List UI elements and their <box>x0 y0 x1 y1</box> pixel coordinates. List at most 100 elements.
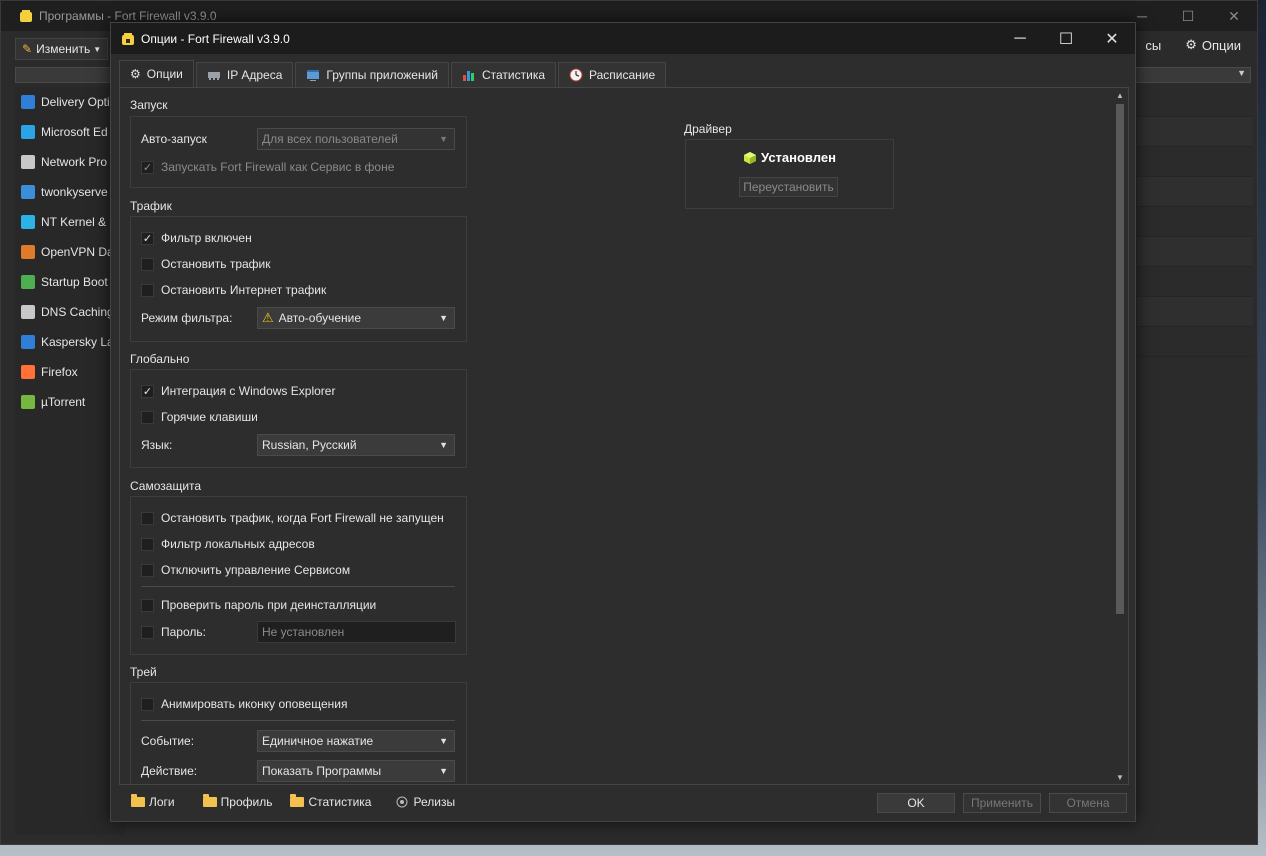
scroll-down-icon[interactable]: ▼ <box>1114 772 1126 784</box>
edit-menu-button[interactable]: ✎ Изменить ▼ <box>15 38 109 60</box>
startup-group: Авто-запуск Для всех пользователей ▼ Зап… <box>130 116 467 188</box>
program-icon <box>21 395 35 409</box>
password-row[interactable]: Пароль: <box>141 625 206 639</box>
list-item[interactable]: twonkyserve <box>15 177 125 207</box>
program-name: OpenVPN Da <box>41 245 114 259</box>
password-checkbox[interactable] <box>141 625 154 639</box>
list-item[interactable]: OpenVPN Da <box>15 237 125 267</box>
stop-traffic-row[interactable]: Остановить трафик <box>141 257 271 271</box>
list-item[interactable]: Kaspersky La <box>15 327 125 357</box>
tab-label: Расписание <box>589 68 656 82</box>
statistics-link[interactable]: Статистика <box>290 794 371 809</box>
options-tabs: ⚙ Опции IP Адреса Группы приложений Стат… <box>119 60 667 87</box>
list-item[interactable]: Startup Boot <box>15 267 125 297</box>
bar-chart-icon <box>462 71 474 81</box>
list-item[interactable]: Delivery Opti <box>15 87 125 117</box>
list-item[interactable]: Firefox <box>15 357 125 387</box>
driver-section-title: Драйвер <box>684 122 732 136</box>
github-icon <box>396 796 408 808</box>
program-icon <box>21 95 35 109</box>
close-icon[interactable]: ✕ <box>1211 1 1257 31</box>
stop-when-not-running-checkbox[interactable] <box>141 511 154 525</box>
hotkeys-checkbox[interactable] <box>141 410 154 424</box>
stop-when-not-running-row[interactable]: Остановить трафик, когда Fort Firewall н… <box>141 511 444 525</box>
list-item[interactable]: DNS Caching <box>15 297 125 327</box>
animate-icon-checkbox[interactable] <box>141 697 154 711</box>
dialog-buttons: OK Применить Отмена <box>877 793 1127 813</box>
autorun-combo-value: Для всех пользователей <box>262 132 398 146</box>
maximize-icon[interactable]: ☐ <box>1165 1 1211 31</box>
program-icon <box>21 245 35 259</box>
profile-link[interactable]: Профиль <box>202 794 272 809</box>
vertical-scrollbar[interactable]: ▲ ▼ <box>1114 90 1126 784</box>
partial-toolbar-label[interactable]: сы <box>1145 38 1161 53</box>
stop-inet-traffic-row[interactable]: Остановить Интернет трафик <box>141 283 326 297</box>
close-icon[interactable]: ✕ <box>1089 23 1135 54</box>
explorer-integration-label: Интеграция с Windows Explorer <box>161 384 336 398</box>
check-password-checkbox[interactable] <box>141 598 154 612</box>
folder-icon <box>202 794 217 807</box>
options-dialog-title: Опции - Fort Firewall v3.9.0 <box>141 31 290 46</box>
list-item[interactable]: µTorrent <box>15 387 125 417</box>
list-item[interactable]: Network Pro <box>15 147 125 177</box>
ok-button[interactable]: OK <box>877 793 955 813</box>
animate-icon-row[interactable]: Анимировать иконку оповещения <box>141 697 347 711</box>
divider <box>141 720 455 721</box>
tab-schedule[interactable]: Расписание <box>558 62 667 87</box>
filter-local-checkbox[interactable] <box>141 537 154 551</box>
list-item[interactable]: NT Kernel & <box>15 207 125 237</box>
chevron-down-icon: ▼ <box>93 44 102 54</box>
cancel-button[interactable]: Отмена <box>1049 793 1127 813</box>
autorun-combo[interactable]: Для всех пользователей ▼ <box>257 128 455 150</box>
options-toolbar-button[interactable]: ⚙ Опции <box>1185 37 1241 53</box>
disable-service-control-checkbox[interactable] <box>141 563 154 577</box>
filter-local-row[interactable]: Фильтр локальных адресов <box>141 537 315 551</box>
logs-link[interactable]: Логи <box>131 794 175 809</box>
releases-link[interactable]: Релизы <box>395 795 455 809</box>
program-name: Network Pro <box>41 155 108 169</box>
driver-status-label: Установлен <box>761 150 836 165</box>
password-field[interactable]: Не установлен <box>257 621 456 643</box>
tab-app-groups[interactable]: Группы приложений <box>295 62 449 87</box>
programs-list[interactable]: Delivery Opti Microsoft Ed Network Pro twon… <box>15 87 125 835</box>
program-name: Kaspersky La <box>41 335 114 349</box>
bottom-links: Логи Профиль Статистика Релизы <box>131 794 455 809</box>
hotkeys-row[interactable]: Горячие клавиши <box>141 410 258 424</box>
scroll-up-icon[interactable]: ▲ <box>1114 90 1126 102</box>
filter-enabled-row[interactable]: Фильтр включен <box>141 231 252 245</box>
stop-traffic-checkbox[interactable] <box>141 257 154 271</box>
folder-icon <box>131 794 145 807</box>
stop-inet-traffic-label: Остановить Интернет трафик <box>161 283 327 297</box>
logs-link-label: Логи <box>149 795 175 809</box>
scrollbar-thumb[interactable] <box>1116 104 1124 614</box>
tab-statistics[interactable]: Статистика <box>450 62 557 87</box>
filter-mode-combo[interactable]: ⚠ Авто-обучение ▼ <box>257 307 455 329</box>
service-checkbox[interactable] <box>141 160 154 174</box>
explorer-integration-row[interactable]: Интеграция с Windows Explorer <box>141 384 335 398</box>
driver-installed-icon <box>744 151 757 164</box>
service-checkbox-row[interactable]: Запускать Fort Firewall как Сервис в фон… <box>141 160 394 174</box>
program-name: Startup Boot <box>41 275 108 289</box>
driver-status: Установлен <box>686 150 893 165</box>
options-dialog-titlebar: Опции - Fort Firewall v3.9.0 ─ ☐ ✕ <box>111 23 1135 54</box>
action-combo[interactable]: Показать Программы ▼ <box>257 760 455 782</box>
language-combo[interactable]: Russian, Русский ▼ <box>257 434 455 456</box>
filter-enabled-checkbox[interactable] <box>141 231 154 245</box>
reinstall-driver-button[interactable]: Переустановить <box>739 177 838 197</box>
maximize-icon[interactable]: ☐ <box>1043 23 1089 54</box>
programs-window-title: Программы - Fort Firewall v3.9.0 <box>39 9 217 23</box>
check-password-row[interactable]: Проверить пароль при деинсталляции <box>141 598 376 612</box>
program-name: µTorrent <box>41 395 86 409</box>
tab-ip-addresses[interactable]: IP Адреса <box>195 62 294 87</box>
app-groups-icon <box>307 70 320 81</box>
apply-button[interactable]: Применить <box>963 793 1041 813</box>
filter-enabled-label: Фильтр включен <box>161 231 252 245</box>
event-combo[interactable]: Единичное нажатие ▼ <box>257 730 455 752</box>
disable-service-control-row[interactable]: Отключить управление Сервисом <box>141 563 350 577</box>
stop-inet-traffic-checkbox[interactable] <box>141 283 154 297</box>
minimize-icon[interactable]: ─ <box>997 23 1043 54</box>
tab-options[interactable]: ⚙ Опции <box>119 60 194 87</box>
explorer-integration-checkbox[interactable] <box>141 384 154 398</box>
list-item[interactable]: Microsoft Ed <box>15 117 125 147</box>
chevron-down-icon: ▼ <box>1237 68 1246 78</box>
